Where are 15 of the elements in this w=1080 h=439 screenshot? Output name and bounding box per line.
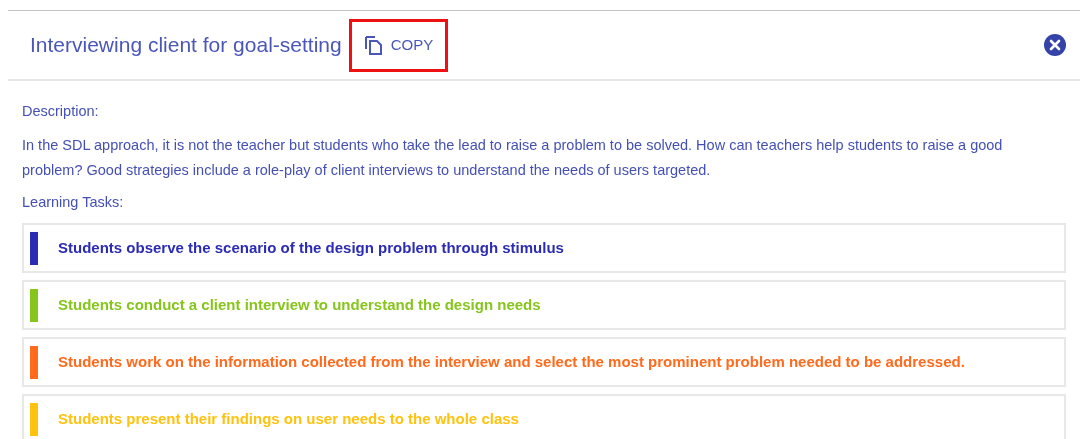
copy-icon [363,35,382,55]
copy-button[interactable]: COPY [351,21,446,69]
task-text: Students observe the scenario of the design problem through stimulus [58,237,564,258]
task-text: Students work on the information collected from the interview and select the most prominent problem needed to be addressed. [58,351,965,372]
description-label: Description: [22,102,100,121]
dialog-title: Interviewing client for goal-setting [30,32,342,59]
close-icon[interactable] [1044,34,1066,56]
learning-tasks-label: Learning Tasks: [22,193,125,212]
task-card[interactable]: Students conduct a client interview to understand the design needs [22,280,1066,330]
description-text: In the SDL approach, it is not the teacher but students who take the lead to raise a problem to be solved. How can teachers help students to raise a good problem? Good strategies include a role-play of client interviews to understand the needs of users targeted. [22,136,1004,180]
task-text: Students present their findings on user needs to the whole class [58,408,519,429]
task-card[interactable]: Students present their findings on user needs to the whole class [22,394,1066,439]
task-card[interactable]: Students work on the information collected from the interview and select the most prominent problem needed to be addressed. [22,337,1066,387]
task-text: Students conduct a client interview to understand the design needs [58,294,541,315]
task-card[interactable]: Students observe the scenario of the design problem through stimulus [22,223,1066,273]
